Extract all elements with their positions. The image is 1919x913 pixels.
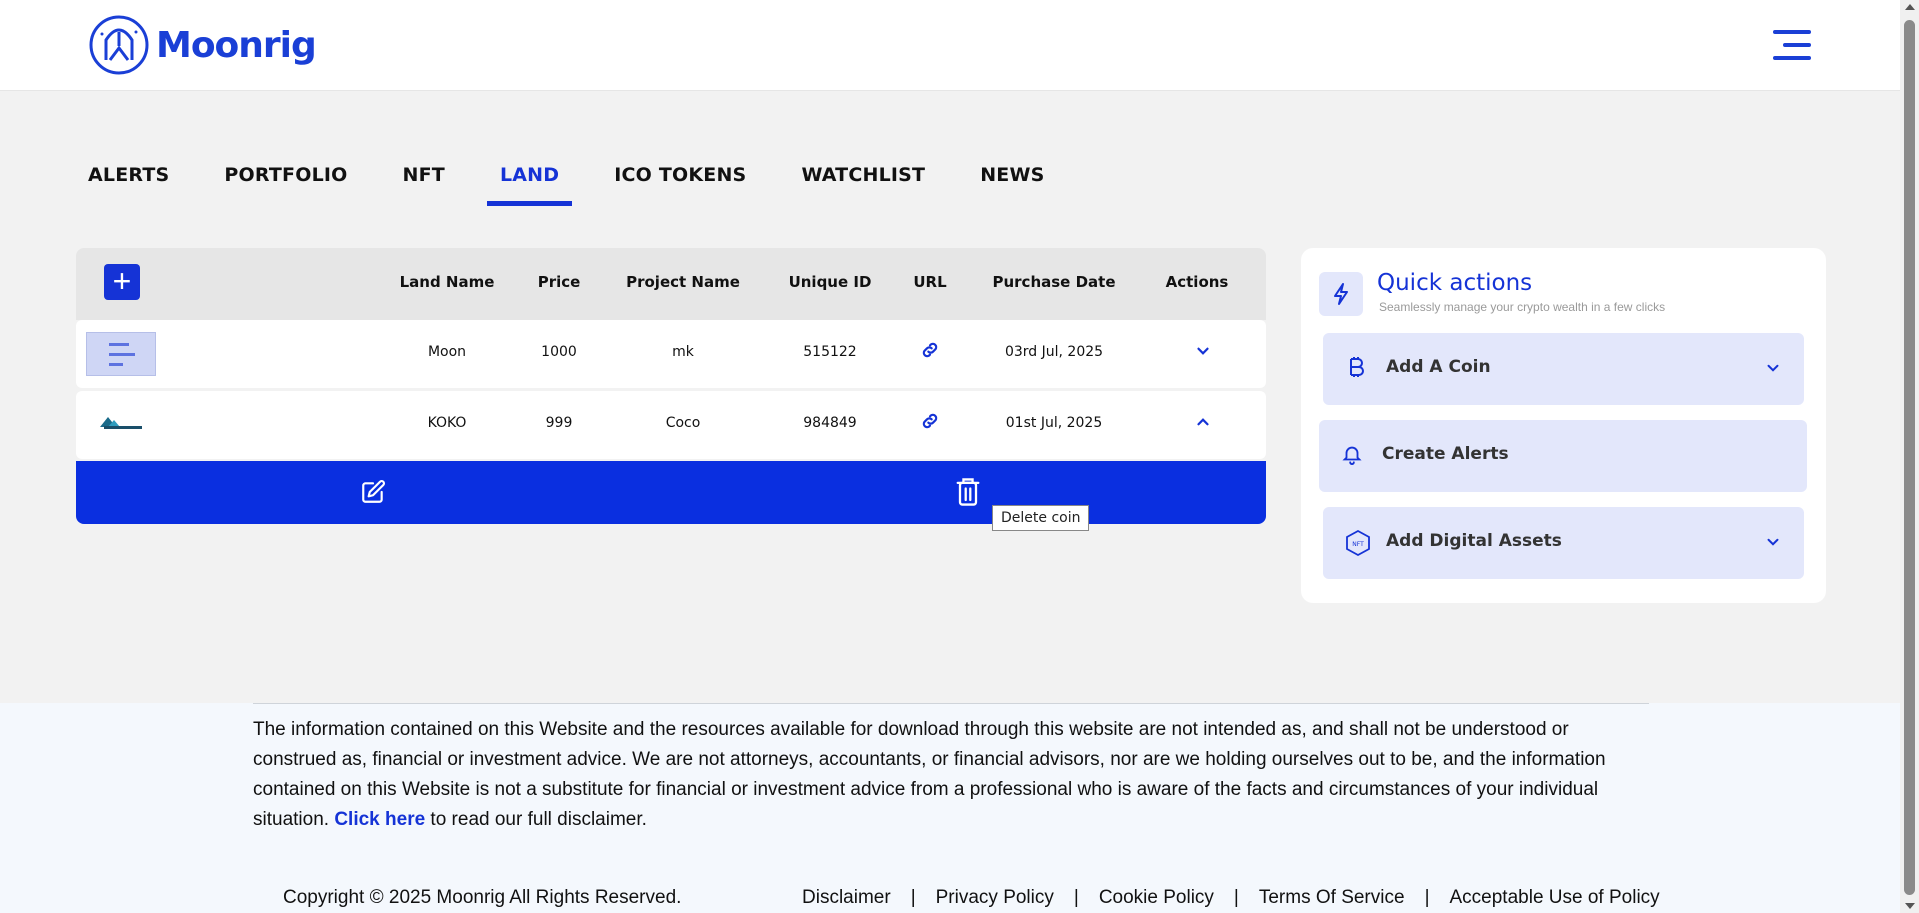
- cell-unique-id: 515122: [803, 344, 857, 360]
- col-project-name: Project Name: [626, 273, 740, 291]
- footer-link-cookie-policy[interactable]: Cookie Policy: [1099, 887, 1214, 909]
- chevron-down-icon[interactable]: [1194, 342, 1212, 365]
- add-coin-label: Add A Coin: [1386, 357, 1491, 377]
- add-land-button[interactable]: +: [104, 264, 140, 300]
- land-table-header: + Land Name Price Project Name Unique ID…: [76, 248, 1266, 320]
- footer-link-acceptable-use[interactable]: Acceptable Use of Policy: [1450, 887, 1660, 909]
- chevron-down-icon: [1764, 533, 1782, 556]
- land-thumbnail: [100, 417, 142, 429]
- footer-separator: |: [1233, 887, 1239, 908]
- tab-portfolio[interactable]: PORTFOLIO: [224, 160, 347, 200]
- land-thumbnail: [86, 332, 156, 376]
- site-header: Moonrig: [0, 0, 1900, 91]
- copyright: Copyright © 2025 Moonrig All Rights Rese…: [283, 887, 682, 908]
- link-icon[interactable]: [920, 340, 940, 365]
- col-purchase-date: Purchase Date: [992, 273, 1116, 291]
- disclaimer-text: The information contained on this Websit…: [253, 715, 1653, 835]
- moonrig-logo[interactable]: Moonrig: [88, 14, 317, 76]
- add-coin-button[interactable]: Add A Coin: [1323, 333, 1804, 405]
- scroll-down-arrow-icon[interactable]: [1905, 903, 1915, 909]
- quick-actions-card: Quick actions Seamlessly manage your cry…: [1301, 248, 1826, 603]
- disclaimer-tail: to read our full disclaimer.: [425, 809, 647, 830]
- col-url: URL: [913, 273, 947, 291]
- col-unique-id: Unique ID: [788, 273, 872, 291]
- delete-tooltip: Delete coin: [992, 505, 1090, 531]
- tab-alerts[interactable]: ALERTS: [88, 160, 169, 200]
- footer-divider: [253, 703, 1649, 704]
- footer-links: Disclaimer | Privacy Policy | Cookie Pol…: [802, 887, 1660, 909]
- tab-watchlist[interactable]: WATCHLIST: [801, 160, 925, 200]
- footer-link-privacy-policy[interactable]: Privacy Policy: [936, 887, 1054, 909]
- cell-land-name: KOKO: [427, 415, 467, 431]
- tab-news[interactable]: NEWS: [980, 160, 1044, 200]
- add-digital-assets-button[interactable]: NFT Add Digital Assets: [1323, 507, 1804, 579]
- page-scrollbar[interactable]: [1900, 0, 1919, 913]
- trash-icon[interactable]: [954, 476, 982, 513]
- table-row: Moon 1000 mk 515122 03rd Jul, 2025: [76, 320, 1266, 388]
- bell-icon: [1341, 442, 1363, 471]
- cell-purchase-date: 03rd Jul, 2025: [1004, 344, 1104, 360]
- tab-nft[interactable]: NFT: [403, 160, 445, 200]
- create-alerts-label: Create Alerts: [1382, 444, 1509, 464]
- footer-separator: |: [910, 887, 916, 908]
- cell-project-name: mk: [672, 344, 694, 360]
- cell-price: 1000: [541, 344, 577, 360]
- disclaimer-link[interactable]: Click here: [334, 809, 425, 830]
- cell-price: 999: [545, 415, 573, 431]
- cell-land-name: Moon: [427, 344, 467, 360]
- table-row: KOKO 999 Coco 984849 01st Jul, 2025: [76, 391, 1266, 459]
- moonrig-logo-icon: [89, 15, 149, 75]
- cell-unique-id: 984849: [803, 415, 857, 431]
- scrollbar-thumb[interactable]: [1904, 20, 1915, 895]
- menu-icon[interactable]: [1773, 30, 1811, 60]
- create-alerts-button[interactable]: Create Alerts: [1319, 420, 1807, 492]
- edit-icon[interactable]: [360, 479, 386, 510]
- col-price: Price: [537, 273, 581, 291]
- quick-actions-title: Quick actions: [1377, 270, 1533, 296]
- chevron-down-icon: [1764, 359, 1782, 382]
- tab-land[interactable]: LAND: [486, 160, 573, 206]
- footer-separator: |: [1424, 887, 1430, 908]
- footer-link-disclaimer[interactable]: Disclaimer: [802, 887, 891, 909]
- scroll-up-arrow-icon[interactable]: [1905, 4, 1915, 10]
- col-land-name: Land Name: [399, 273, 495, 291]
- tab-ico-tokens[interactable]: ICO TOKENS: [614, 160, 746, 200]
- brand-name: Moonrig: [156, 24, 317, 66]
- cell-project-name: Coco: [665, 415, 701, 431]
- svg-text:NFT: NFT: [1352, 541, 1364, 548]
- chevron-up-icon[interactable]: [1194, 413, 1212, 436]
- quick-actions-subtitle: Seamlessly manage your crypto wealth in …: [1379, 300, 1666, 314]
- bitcoin-icon: [1345, 355, 1367, 384]
- add-digital-assets-label: Add Digital Assets: [1386, 531, 1562, 551]
- footer-link-terms-of-service[interactable]: Terms Of Service: [1259, 887, 1405, 909]
- footer-separator: |: [1073, 887, 1079, 908]
- site-footer: The information contained on this Websit…: [0, 703, 1900, 913]
- lightning-icon: [1319, 272, 1363, 316]
- cell-purchase-date: 01st Jul, 2025: [1005, 415, 1103, 431]
- main-tabs: ALERTS PORTFOLIO NFT LAND ICO TOKENS WAT…: [88, 160, 1100, 206]
- link-icon[interactable]: [920, 411, 940, 436]
- nft-icon: NFT: [1345, 529, 1371, 562]
- col-actions: Actions: [1165, 273, 1229, 291]
